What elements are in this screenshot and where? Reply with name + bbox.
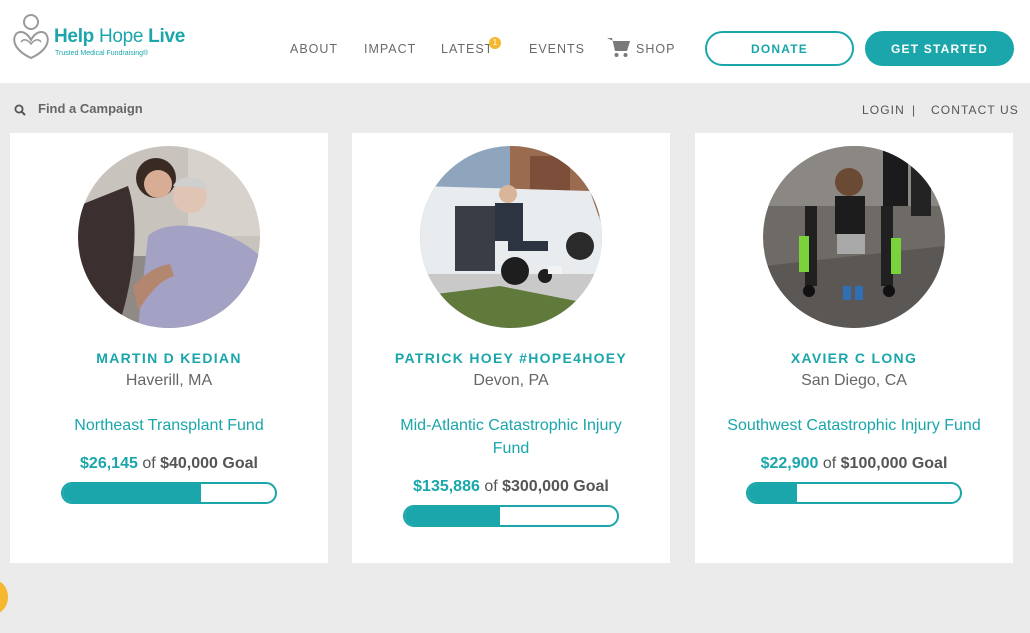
campaign-goal-text: $22,900 of $100,000 Goal	[760, 455, 948, 472]
progress-bar	[746, 482, 962, 504]
progress-bar	[403, 505, 619, 527]
campaign-photo[interactable]	[420, 146, 602, 328]
campaign-photo[interactable]	[763, 146, 945, 328]
nav-impact[interactable]: IMPACT	[364, 42, 416, 56]
progress-fill	[748, 484, 797, 502]
campaign-photo[interactable]	[78, 146, 260, 328]
find-campaign-link[interactable]: Find a Campaign	[38, 101, 143, 116]
util-separator: |	[912, 103, 917, 117]
nav-latest[interactable]: LATEST	[441, 42, 493, 56]
nav-about[interactable]: ABOUT	[290, 42, 338, 56]
campaign-card[interactable]: PATRICK HOEY #HOPE4HOEY Devon, PA Mid-At…	[352, 133, 670, 563]
campaign-location: Haverill, MA	[125, 372, 213, 389]
campaign-name[interactable]: PATRICK HOEY #HOPE4HOEY	[352, 350, 670, 366]
raised-amount: $135,886	[413, 478, 480, 495]
progress-fill	[405, 507, 501, 525]
notification-badge: 1	[489, 37, 501, 49]
campaign-card[interactable]: XAVIER C LONG San Diego, CA Southwest Ca…	[695, 133, 1013, 563]
campaign-card[interactable]: MARTIN D KEDIAN Haverill, MA Northeast T…	[10, 133, 328, 563]
progress-fill	[63, 484, 201, 502]
goal-amount: $300,000 Goal	[502, 478, 609, 495]
child-walker-photo	[763, 146, 945, 328]
campaign-location: San Diego, CA	[801, 372, 907, 389]
raised-amount: $22,900	[760, 455, 819, 472]
campaign-name[interactable]: MARTIN D KEDIAN	[10, 350, 328, 366]
raised-amount: $26,145	[80, 455, 138, 472]
search-icon[interactable]	[14, 104, 26, 116]
progress-bar	[61, 482, 277, 504]
campaign-goal-text: $135,886 of $300,000 Goal	[413, 478, 609, 495]
site-header: Help Hope Live Trusted Medical Fundraisi…	[0, 0, 1030, 83]
donate-button[interactable]: DONATE	[705, 31, 854, 66]
goal-amount: $40,000 Goal	[160, 455, 258, 472]
nav-shop[interactable]: SHOP	[636, 42, 675, 56]
campaign-fund[interactable]: Mid-Atlantic Catastrophic Injury Fund	[382, 414, 640, 460]
shopping-cart-icon[interactable]	[607, 36, 631, 58]
campaign-fund[interactable]: Southwest Catastrophic Injury Fund	[725, 414, 983, 437]
chat-launcher-icon[interactable]	[0, 580, 8, 614]
help-hope-live-logo[interactable]: Help Hope Live Trusted Medical Fundraisi…	[10, 12, 210, 62]
brand-name: Help Hope Live	[54, 26, 185, 47]
campaign-fund[interactable]: Northeast Transplant Fund	[40, 414, 298, 437]
logo-heart-person-icon	[13, 14, 49, 60]
campaign-goal-text: $26,145 of $40,000 Goal	[80, 455, 258, 472]
campaign-name[interactable]: XAVIER C LONG	[695, 350, 1013, 366]
wheelchair-van-photo	[420, 146, 602, 328]
patient-hospital-photo	[78, 146, 260, 328]
login-link[interactable]: LOGIN	[862, 103, 905, 117]
contact-us-link[interactable]: CONTACT US	[931, 103, 1019, 117]
get-started-button[interactable]: GET STARTED	[865, 31, 1014, 66]
nav-events[interactable]: EVENTS	[529, 42, 585, 56]
campaign-location: Devon, PA	[473, 372, 549, 389]
brand-tagline: Trusted Medical Fundraising®	[55, 50, 149, 57]
goal-amount: $100,000 Goal	[840, 455, 948, 472]
